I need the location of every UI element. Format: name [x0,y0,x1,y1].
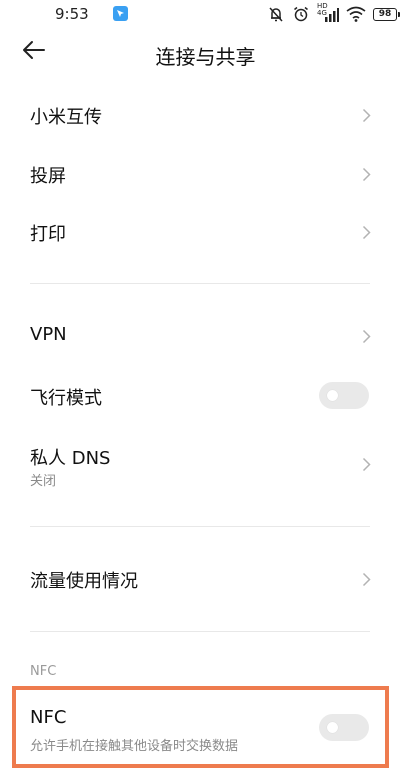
row-label: 打印 [30,224,66,245]
row-airplane-mode: 飞行模式 [0,373,411,419]
row-cast[interactable]: 投屏 [0,151,411,197]
row-vpn[interactable]: VPN [0,313,411,359]
row-label: 投屏 [30,166,66,187]
section-divider [30,631,370,632]
row-label: 飞行模式 [30,388,102,409]
chevron-right-icon [362,167,371,182]
cellular-signal-icon: HD 4G [317,3,339,23]
row-label: VPN [30,324,67,345]
airplane-mode-toggle[interactable] [319,382,369,409]
chevron-right-icon [362,108,371,123]
chevron-right-icon [362,329,371,344]
wifi-icon [346,6,366,22]
row-label: 小米互传 [30,107,102,128]
notifications-off-icon [269,7,283,22]
row-label: 私人 DNS [30,448,111,469]
chevron-right-icon [362,225,371,240]
status-bar: 9:53 HD 4G 98 [0,0,411,30]
row-mi-share[interactable]: 小米互传 [0,92,411,138]
section-divider [30,283,370,284]
chevron-right-icon [362,457,371,472]
alarm-icon [294,6,308,22]
section-header-nfc: NFC [30,664,57,679]
app-notification-icon [113,6,128,21]
row-data-usage[interactable]: 流量使用情况 [0,556,411,602]
battery-icon: 98 [373,7,400,21]
chevron-right-icon [362,572,371,587]
status-icons: HD 4G 98 [267,3,400,23]
row-print[interactable]: 打印 [0,209,411,255]
toggle-knob [327,390,338,401]
private-dns-status: 关闭 [30,474,57,489]
section-divider [30,526,370,527]
row-label: 流量使用情况 [30,571,138,592]
row-private-dns[interactable]: 私人 DNS 关闭 [0,440,411,492]
page-title: 连接与共享 [155,45,256,69]
status-time: 9:53 [55,5,89,23]
top-app-bar: 连接与共享 [0,30,411,78]
highlight-frame [12,686,389,768]
